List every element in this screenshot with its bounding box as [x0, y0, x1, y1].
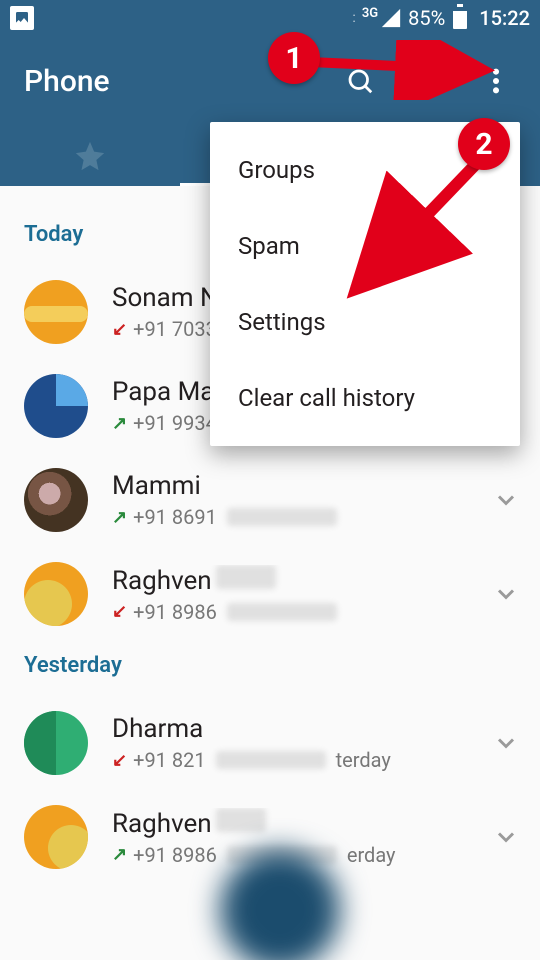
avatar: [24, 280, 88, 344]
overflow-menu: Groups Spam Settings Clear call history: [210, 122, 520, 446]
filter-button[interactable]: [408, 61, 448, 101]
annotation-step-1: 1: [268, 32, 320, 84]
star-icon: [73, 139, 107, 173]
chevron-down-icon[interactable]: [492, 729, 520, 757]
section-header-yesterday: Yesterday: [0, 641, 540, 696]
missed-call-icon: ↙: [112, 319, 127, 340]
avatar: [24, 562, 88, 626]
fab-blurred: [220, 850, 340, 960]
call-detail: ↙+91 821terday: [112, 748, 492, 772]
avatar: [24, 805, 88, 869]
overflow-menu-button[interactable]: [476, 61, 516, 101]
menu-item-settings[interactable]: Settings: [210, 284, 520, 360]
menu-item-spam[interactable]: Spam: [210, 208, 520, 284]
battery-percent: 85%: [408, 6, 445, 30]
contact-name: Raghven: [112, 808, 492, 839]
page-title: Phone: [24, 64, 110, 99]
call-detail: ↙+91 8986: [112, 600, 492, 624]
avatar: [24, 468, 88, 532]
contact-name: Raghven: [112, 565, 492, 596]
contact-name: Dharma: [112, 714, 492, 744]
avatar: [24, 711, 88, 775]
call-detail: ↗+91 8691: [112, 505, 492, 529]
phone-app-screen: : 3G 85% 15:22 Phone: [0, 0, 540, 960]
outgoing-call-icon: ↗: [112, 507, 127, 528]
chevron-down-icon[interactable]: [492, 823, 520, 851]
network-type: 3G: [362, 6, 378, 21]
status-bar: : 3G 85% 15:22: [0, 0, 540, 36]
signal-icon: [380, 7, 402, 29]
annotation-badge: 1: [268, 32, 320, 84]
missed-call-icon: ↙: [112, 750, 127, 771]
call-row[interactable]: Dharma ↙+91 821terday: [0, 696, 540, 790]
call-row[interactable]: Raghven ↙+91 8986: [0, 547, 540, 641]
dots-small-icon: :: [352, 10, 355, 26]
call-row[interactable]: Mammi ↗+91 8691: [0, 453, 540, 547]
annotation-badge: 2: [458, 118, 510, 170]
search-icon: [345, 66, 375, 96]
battery-icon: [453, 7, 467, 29]
chevron-down-icon[interactable]: [492, 580, 520, 608]
missed-call-icon: ↙: [112, 601, 127, 622]
search-button[interactable]: [340, 61, 380, 101]
contact-name: Mammi: [112, 471, 492, 501]
menu-item-clear-history[interactable]: Clear call history: [210, 360, 520, 436]
filter-icon: [415, 68, 441, 94]
outgoing-call-icon: ↗: [112, 844, 127, 865]
clock: 15:22: [479, 6, 530, 30]
avatar: [24, 374, 88, 438]
annotation-step-2: 2: [458, 118, 510, 170]
outgoing-call-icon: ↗: [112, 413, 127, 434]
chevron-down-icon[interactable]: [492, 486, 520, 514]
more-vert-icon: [492, 67, 500, 95]
image-notification-icon: [10, 6, 34, 30]
tab-favorites[interactable]: [0, 126, 180, 186]
